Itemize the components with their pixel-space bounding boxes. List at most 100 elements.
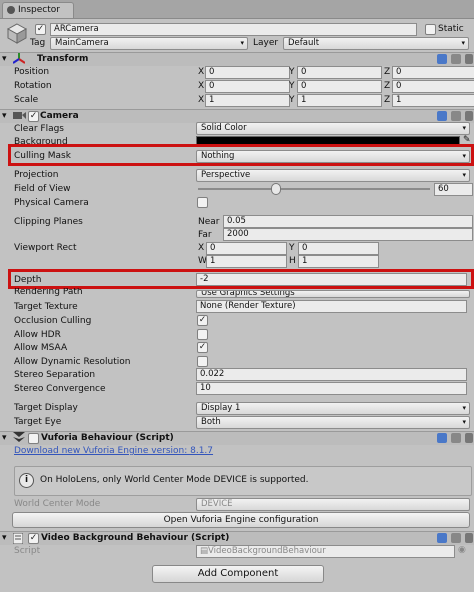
foldout-arrow-icon[interactable]: ▾ xyxy=(2,432,7,444)
chevron-down-icon: ▾ xyxy=(462,171,466,179)
viewport-w-field[interactable]: 1 xyxy=(206,255,287,268)
culling-mask-label: Culling Mask xyxy=(14,151,71,161)
viewport-y-field[interactable]: 0 xyxy=(298,242,379,255)
position-label: Position xyxy=(14,67,50,77)
scale-x-field[interactable]: 1 xyxy=(205,94,290,107)
world-center-mode-label: World Center Mode xyxy=(14,499,101,509)
clipping-planes-label: Clipping Planes xyxy=(14,217,83,227)
video-bg-title: Video Background Behaviour (Script) xyxy=(41,533,230,543)
allow-msaa-label: Allow MSAA xyxy=(14,343,68,353)
axis-z-label: Z xyxy=(384,81,391,91)
axis-z-label: Z xyxy=(384,67,391,77)
target-eye-dropdown[interactable]: Both ▾ xyxy=(196,416,470,429)
static-checkbox[interactable] xyxy=(425,24,436,35)
allow-hdr-label: Allow HDR xyxy=(14,330,61,340)
camera-title: Camera xyxy=(40,111,79,121)
stereo-separation-field[interactable]: 0.022 xyxy=(196,368,467,381)
script-field: ▤VideoBackgroundBehaviour xyxy=(196,545,455,558)
chevron-down-icon: ▾ xyxy=(240,39,244,47)
camera-enabled-checkbox[interactable]: ✓ xyxy=(28,111,39,122)
axis-x-label: X xyxy=(198,95,205,105)
preset-icon[interactable] xyxy=(451,111,461,121)
preset-icon[interactable] xyxy=(451,533,461,543)
foldout-arrow-icon[interactable]: ▾ xyxy=(2,532,7,544)
gear-icon[interactable] xyxy=(465,54,473,64)
allow-msaa-checkbox[interactable]: ✓ xyxy=(197,342,208,353)
projection-dropdown[interactable]: Perspective ▾ xyxy=(196,169,470,182)
clear-flags-dropdown[interactable]: Solid Color ▾ xyxy=(196,122,470,135)
near-clip-field[interactable]: 0.05 xyxy=(223,215,473,228)
physical-camera-checkbox[interactable] xyxy=(197,197,208,208)
rendering-path-dropdown[interactable]: Use Graphics Settings xyxy=(196,290,470,298)
scale-y-field[interactable]: 1 xyxy=(297,94,382,107)
help-icon[interactable] xyxy=(437,533,447,543)
layer-label: Layer xyxy=(253,38,279,48)
add-component-button[interactable]: Add Component xyxy=(152,565,324,583)
script-file-icon: ▤ xyxy=(200,546,209,556)
target-texture-label: Target Texture xyxy=(14,302,78,312)
position-x-field[interactable]: 0 xyxy=(205,66,290,79)
vuforia-enabled-checkbox[interactable] xyxy=(28,433,39,444)
stereo-convergence-field[interactable]: 10 xyxy=(196,382,467,395)
rotation-x-field[interactable]: 0 xyxy=(205,80,290,93)
far-clip-field[interactable]: 2000 xyxy=(223,228,473,241)
foldout-arrow-icon[interactable]: ▾ xyxy=(2,53,7,65)
rotation-y-field[interactable]: 0 xyxy=(297,80,382,93)
clear-flags-label: Clear Flags xyxy=(14,124,64,134)
tab-inspector[interactable]: Inspector xyxy=(2,2,74,18)
scale-z-field[interactable]: 1 xyxy=(392,94,474,107)
target-texture-field[interactable]: None (Render Texture) xyxy=(196,300,467,313)
allow-dynamic-resolution-label: Allow Dynamic Resolution xyxy=(14,357,131,367)
preset-icon[interactable] xyxy=(451,433,461,443)
gear-icon[interactable] xyxy=(465,433,473,443)
info-icon: i xyxy=(19,473,34,488)
gear-icon[interactable] xyxy=(465,533,473,543)
video-bg-enabled-checkbox[interactable]: ✓ xyxy=(28,533,39,544)
foldout-arrow-icon[interactable]: ▾ xyxy=(2,110,7,122)
rendering-path-label: Rendering Path xyxy=(14,288,83,296)
chevron-down-icon: ▾ xyxy=(462,152,466,160)
axis-x-label: X xyxy=(198,81,205,91)
script-icon xyxy=(12,532,24,545)
occlusion-culling-checkbox[interactable]: ✓ xyxy=(197,315,208,326)
depth-label: Depth xyxy=(14,275,42,285)
gameobject-name-field[interactable]: ARCamera xyxy=(50,23,417,36)
world-center-mode-dropdown[interactable]: DEVICE xyxy=(196,498,470,511)
preset-icon[interactable] xyxy=(451,54,461,64)
allow-dynamic-resolution-checkbox[interactable] xyxy=(197,356,208,367)
open-vuforia-config-button[interactable]: Open Vuforia Engine configuration xyxy=(12,512,470,528)
help-icon[interactable] xyxy=(437,433,447,443)
script-label: Script xyxy=(14,546,41,556)
camera-icon xyxy=(13,111,26,120)
vuforia-title: Vuforia Behaviour (Script) xyxy=(41,433,174,443)
culling-mask-dropdown[interactable]: Nothing ▾ xyxy=(196,150,470,163)
help-icon[interactable] xyxy=(437,54,447,64)
fov-value-field[interactable]: 60 xyxy=(434,183,473,196)
far-label: Far xyxy=(198,230,212,240)
fov-slider-thumb[interactable] xyxy=(270,183,281,195)
rotation-z-field[interactable]: 0 xyxy=(392,80,474,93)
gameobject-active-checkbox[interactable]: ✓ xyxy=(35,24,46,35)
target-eye-label: Target Eye xyxy=(14,417,62,427)
viewport-rect-label: Viewport Rect xyxy=(14,243,77,253)
viewport-x-field[interactable]: 0 xyxy=(206,242,287,255)
position-y-field[interactable]: 0 xyxy=(297,66,382,79)
layer-dropdown[interactable]: Default ▾ xyxy=(283,37,469,50)
tab-bar: Inspector xyxy=(0,0,474,19)
tag-dropdown[interactable]: MainCamera ▾ xyxy=(50,37,248,50)
viewport-h-field[interactable]: 1 xyxy=(298,255,379,268)
object-picker-icon[interactable]: ◉ xyxy=(458,544,466,556)
physical-camera-label: Physical Camera xyxy=(14,198,89,208)
allow-hdr-checkbox[interactable] xyxy=(197,329,208,340)
position-z-field[interactable]: 0 xyxy=(392,66,474,79)
target-display-dropdown[interactable]: Display 1 ▾ xyxy=(196,402,470,415)
hololens-info-text: On HoloLens, only World Center Mode DEVI… xyxy=(40,475,309,485)
fov-slider-track[interactable] xyxy=(198,188,430,190)
gear-icon[interactable] xyxy=(465,111,473,121)
help-icon[interactable] xyxy=(437,111,447,121)
static-label: Static xyxy=(438,24,464,34)
download-vuforia-link[interactable]: Download new Vuforia Engine version: 8.1… xyxy=(14,445,213,457)
gameobject-cube-icon xyxy=(6,22,28,44)
viewport-y-label: Y xyxy=(289,243,295,253)
depth-field[interactable]: -2 xyxy=(196,273,467,286)
